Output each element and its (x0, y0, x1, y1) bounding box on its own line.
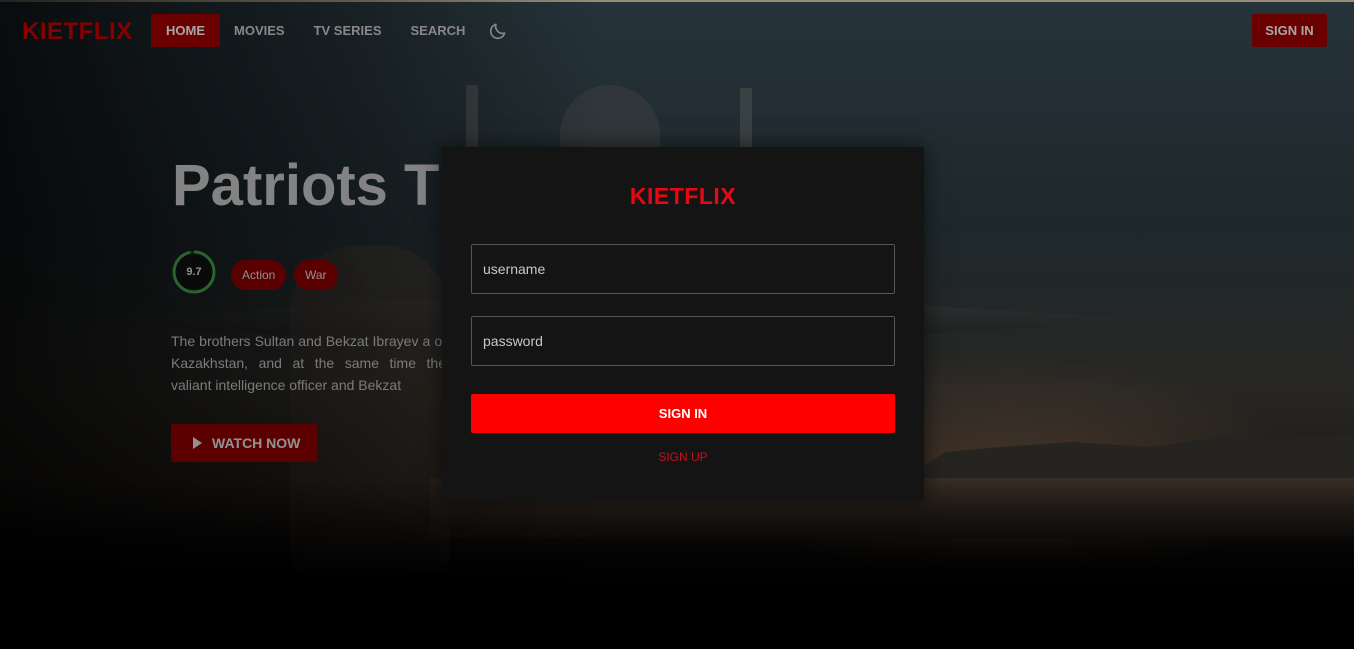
password-input[interactable] (471, 316, 895, 366)
modal-logo: KIETFLIX (629, 183, 737, 209)
sign-in-modal: KIETFLIX SIGN IN SIGN UP (442, 147, 924, 501)
sign-up-link[interactable]: SIGN UP (442, 450, 924, 464)
sign-in-button[interactable]: SIGN IN (471, 394, 895, 433)
username-input[interactable] (471, 244, 895, 294)
